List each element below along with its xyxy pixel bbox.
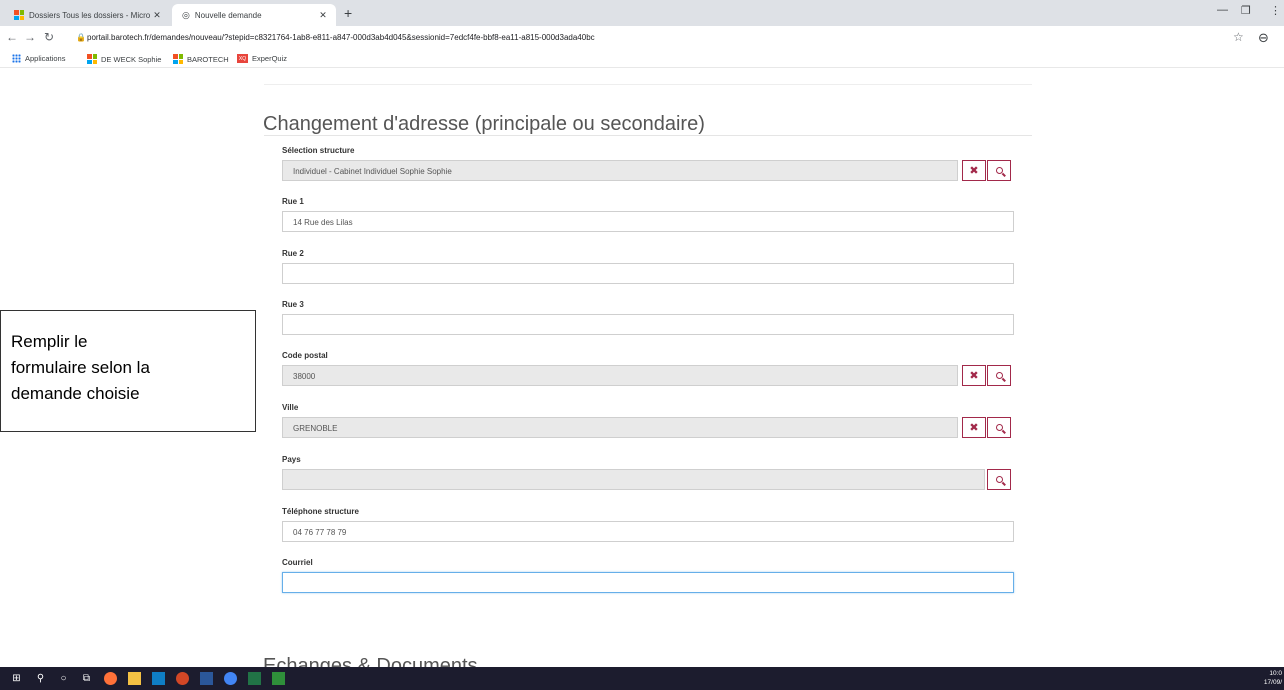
rue3-input[interactable] [282,314,1014,335]
page-title: Changement d'adresse (principale ou seco… [263,113,705,135]
bookmark-label: BAROTECH [187,54,229,64]
restore-icon[interactable]: ❐ [1241,4,1251,17]
clear-structure-button[interactable]: ✖ [962,160,986,181]
search-icon [995,167,1003,174]
clock-time: 10:0 [1269,670,1282,677]
code-postal-field[interactable]: 38000 [282,365,958,386]
clear-ville-button[interactable]: ✖ [962,417,986,438]
minimize-icon[interactable]: — [1217,4,1228,16]
windows-start-icon[interactable]: ⊞ [10,672,23,685]
browser-tab-strip: Dossiers Tous les dossiers - Micro ✕ ◎ N… [0,0,1284,26]
search-ville-button[interactable] [987,417,1011,438]
outlook-icon[interactable] [152,672,165,685]
more-options-icon[interactable]: ⋮ [1270,4,1281,17]
clock-date: 17/09/ [1263,679,1282,686]
tab-title: Dossiers Tous les dossiers - Micro [29,10,150,20]
code-postal-label: Code postal [282,351,328,360]
close-tab-icon[interactable]: ✕ [150,10,164,21]
back-icon[interactable]: ← [6,30,18,44]
windows-taskbar: ⊞ ⚲ ○ ⧉ 10:0 17/09/ [0,667,1284,690]
forward-icon[interactable]: → [24,30,36,44]
search-pays-button[interactable] [987,469,1011,490]
search-icon[interactable]: ⚲ [34,672,47,685]
rue1-label: Rue 1 [282,197,304,206]
address-bar-row: ← → ↻ 🔒 portail.barotech.fr/demandes/nou… [0,26,1284,50]
powerpoint-icon[interactable] [176,672,189,685]
callout-line: formulaire selon la [11,358,150,377]
firefox-icon[interactable] [104,672,117,685]
bookmark-barotech[interactable]: BAROTECH [173,54,229,64]
rue2-input[interactable] [282,263,1014,284]
bookmark-star-icon[interactable]: ☆ [1233,30,1244,44]
search-icon [995,424,1003,431]
app-icon[interactable] [272,672,285,685]
experquiz-icon: XQ [237,54,248,63]
structure-label: Sélection structure [282,146,355,155]
chrome-icon[interactable] [224,672,237,685]
close-tab-icon[interactable]: ✕ [316,10,330,21]
search-icon [995,372,1003,379]
apps-grid-icon [12,54,21,63]
clear-icon: ✖ [969,165,979,177]
url-input[interactable]: portail.barotech.fr/demandes/nouveau/?st… [87,33,595,42]
clear-code-postal-button[interactable]: ✖ [962,365,986,386]
word-icon[interactable] [200,672,213,685]
rue2-label: Rue 2 [282,249,304,258]
bookmark-label: Applications [25,54,66,63]
task-view-icon[interactable]: ⧉ [80,672,93,685]
divider [264,135,1032,136]
divider [264,84,1032,85]
bookmarks-bar: Applications DE WECK Sophie BAROTECH XQ … [0,50,1284,68]
bookmark-label: DE WECK Sophie [101,54,162,64]
cortana-icon[interactable]: ○ [57,672,70,685]
tab-dossiers[interactable]: Dossiers Tous les dossiers - Micro ✕ [4,4,170,26]
clear-icon: ✖ [969,370,979,382]
courriel-input[interactable] [282,572,1014,593]
tab-nouvelle-demande[interactable]: ◎ Nouvelle demande ✕ [172,4,336,26]
lock-icon: 🔒 [76,33,86,42]
ville-field[interactable]: GRENOBLE [282,417,958,438]
search-icon [995,476,1003,483]
pays-label: Pays [282,455,301,464]
ville-label: Ville [282,403,299,412]
tab-title: Nouvelle demande [194,10,262,20]
bookmark-applications[interactable]: Applications [12,54,65,63]
profile-icon[interactable]: ⊖ [1258,30,1269,46]
file-explorer-icon[interactable] [128,672,141,685]
rue3-label: Rue 3 [282,300,304,309]
bookmark-experquiz[interactable]: XQ ExperQuiz [237,54,287,63]
microsoft-logo-icon [173,54,183,64]
pays-field[interactable] [282,469,985,490]
search-code-postal-button[interactable] [987,365,1011,386]
search-structure-button[interactable] [987,160,1011,181]
rue1-input[interactable]: 14 Rue des Lilas [282,211,1014,232]
excel-icon[interactable] [248,672,261,685]
callout-line: demande choisie [11,384,140,403]
clear-icon: ✖ [969,422,979,434]
bookmark-de-weck-sophie[interactable]: DE WECK Sophie [87,54,161,64]
instruction-callout: Remplir le formulaire selon la demande c… [0,310,256,432]
microsoft-logo-icon [87,54,97,64]
reload-icon[interactable]: ↻ [44,30,54,44]
new-tab-button[interactable]: + [344,5,352,21]
system-clock[interactable]: 10:0 17/09/ [1264,669,1282,687]
bookmark-label: ExperQuiz [252,54,288,63]
courriel-label: Courriel [282,558,313,567]
callout-line: Remplir le [11,332,88,351]
telephone-label: Téléphone structure [282,507,359,516]
telephone-input[interactable]: 04 76 77 78 79 [282,521,1014,542]
structure-field[interactable]: Individuel - Cabinet Individuel Sophie S… [282,160,958,181]
microsoft-logo-icon [14,10,24,20]
globe-icon: ◎ [182,9,190,20]
